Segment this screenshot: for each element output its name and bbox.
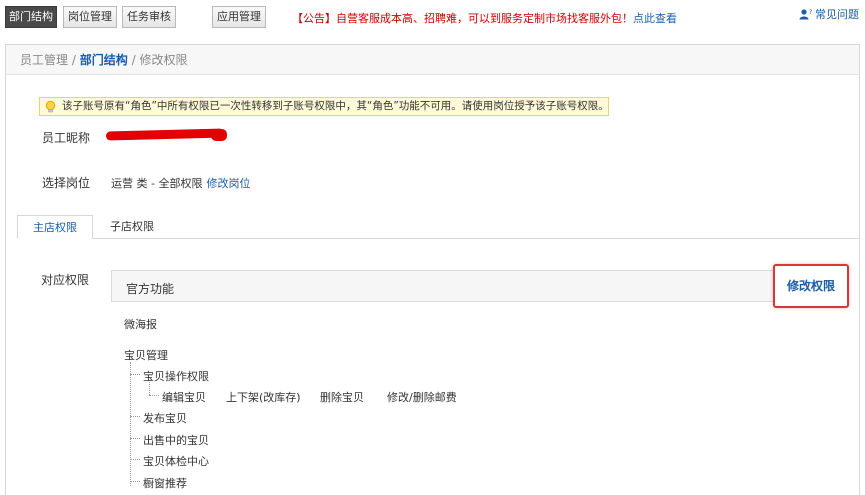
perm-child-operate: 宝贝操作权限 <box>143 370 209 383</box>
breadcrumb-edit-permission: 修改权限 <box>139 53 188 67</box>
perm-child-publish: 发布宝贝 <box>143 412 187 425</box>
tree-line <box>130 416 140 417</box>
announcement-text: 【公告】自营客服成本高、招聘难，可以到服务定制市场找客服外包！ <box>292 12 633 25</box>
top-nav: 部门结构 岗位管理 任务审核 应用管理 【公告】自营客服成本高、招聘难，可以到服… <box>5 6 865 28</box>
edit-permission-button[interactable]: 修改权限 <box>773 264 849 308</box>
tree-line <box>130 438 140 439</box>
breadcrumb-separator: / <box>71 53 76 67</box>
post-value-text: 运营 类 - 全部权限 <box>111 177 203 190</box>
tab-department-structure[interactable]: 部门结构 <box>5 6 57 28</box>
perm-child-onsale: 出售中的宝贝 <box>143 434 209 447</box>
breadcrumb-separator: / <box>131 53 136 67</box>
tip-text: 该子账号原有“角色”中所有权限已一次性转移到子账号权限中，其“角色”功能不可用。… <box>62 100 609 112</box>
edit-post-link[interactable]: 修改岗位 <box>206 177 250 190</box>
redaction-mark <box>105 128 225 141</box>
tree-line <box>130 362 131 486</box>
perm-op-shelf: 上下架(改库存) <box>226 391 301 404</box>
tree-line <box>149 382 150 395</box>
tab-main-store-permission[interactable]: 主店权限 <box>17 215 93 239</box>
perm-child-window: 橱窗推荐 <box>143 477 187 490</box>
official-functions-title: 官方功能 <box>126 282 175 296</box>
tab-sub-store-permission[interactable]: 子店权限 <box>110 215 154 239</box>
perm-op-postage: 修改/删除邮费 <box>387 391 457 404</box>
perm-op-delete: 删除宝贝 <box>320 391 364 404</box>
announcement: 【公告】自营客服成本高、招聘难，可以到服务定制市场找客服外包！点此查看 <box>292 10 677 26</box>
faq-label: 常见问题 <box>815 8 859 21</box>
tree-line <box>130 459 140 460</box>
perm-op-edit: 编辑宝贝 <box>162 391 206 404</box>
faq-link[interactable]: ? 常见问题 <box>799 6 859 22</box>
tree-line <box>149 395 159 396</box>
tip-banner: 该子账号原有“角色”中所有权限已一次性转移到子账号权限中，其“角色”功能不可用。… <box>39 97 609 116</box>
nickname-label: 员工昵称 <box>42 131 91 145</box>
tab-app-management[interactable]: 应用管理 <box>212 6 266 28</box>
user-question-icon: ? <box>799 9 813 20</box>
post-label: 选择岗位 <box>42 176 91 190</box>
perm-child-check: 宝贝体检中心 <box>143 455 209 468</box>
tab-task-review[interactable]: 任务审核 <box>122 6 176 28</box>
redaction-mark <box>211 129 227 141</box>
permissions-label: 对应权限 <box>41 273 90 287</box>
tab-post-management[interactable]: 岗位管理 <box>63 6 117 28</box>
perm-group-baobei: 宝贝管理 <box>124 349 168 362</box>
perm-item-weihaibao: 微海报 <box>124 318 157 331</box>
tree-line <box>130 481 140 482</box>
breadcrumb: 员工管理 / 部门结构 / 修改权限 <box>6 45 859 75</box>
svg-text:?: ? <box>809 9 812 16</box>
breadcrumb-employee-management[interactable]: 员工管理 <box>20 53 68 67</box>
tree-line <box>130 374 140 375</box>
post-value: 运营 类 - 全部权限 修改岗位 <box>111 175 250 191</box>
announcement-link[interactable]: 点此查看 <box>633 12 677 25</box>
lightbulb-icon <box>45 100 56 113</box>
permission-tabs: 主店权限 子店权限 <box>17 215 859 239</box>
main-panel: 员工管理 / 部门结构 / 修改权限 该子账号原有“角色”中所有权限已一次性转移… <box>5 44 860 495</box>
breadcrumb-department-structure[interactable]: 部门结构 <box>80 53 128 67</box>
official-functions-header: 官方功能 修改权限 <box>111 264 849 308</box>
